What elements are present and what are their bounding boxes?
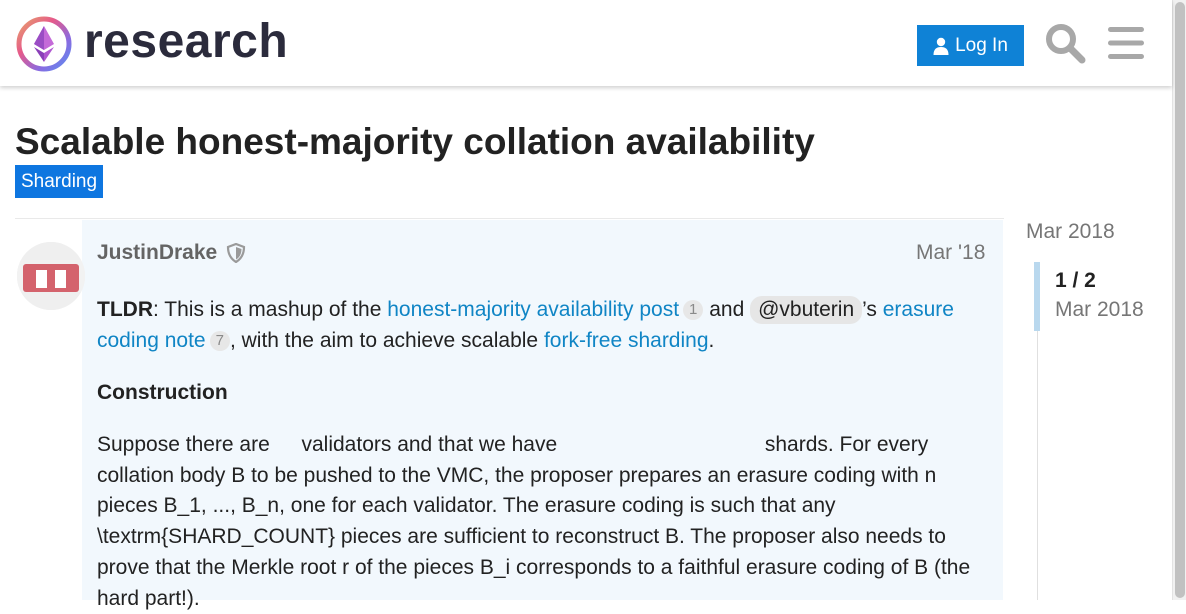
- ethereum-research-logo-icon[interactable]: [16, 16, 72, 72]
- avatar-image: [17, 242, 85, 310]
- page-scrollbar[interactable]: [1172, 0, 1186, 600]
- category-badge[interactable]: Sharding: [15, 165, 104, 198]
- login-button-label: Log In: [955, 34, 1008, 56]
- text-span: ’s: [862, 298, 883, 321]
- text-span: and: [703, 298, 751, 321]
- text-span: validators and that we have: [301, 433, 558, 456]
- search-icon[interactable]: [1044, 22, 1086, 64]
- post-author-username[interactable]: JustinDrake: [97, 240, 217, 266]
- site-logo-text[interactable]: research: [84, 14, 288, 70]
- link-honest-majority-post[interactable]: honest-majority availability post: [387, 298, 679, 321]
- tldr-label: TLDR: [97, 298, 153, 321]
- user-icon: [933, 37, 949, 55]
- login-button[interactable]: Log In: [917, 25, 1024, 66]
- moderator-shield-icon: [226, 243, 246, 263]
- title-divider: [15, 218, 1004, 219]
- post-paragraph-construction: Suppose there are validators and that we…: [97, 430, 997, 614]
- text-span: .: [708, 328, 715, 352]
- timeline-position-date: Mar 2018: [1055, 298, 1144, 321]
- text-span: , with the aim to achieve scalable: [229, 328, 544, 352]
- avatar[interactable]: [17, 242, 85, 310]
- link-click-count: 1: [683, 300, 704, 320]
- user-mention[interactable]: @vbuterin: [750, 296, 863, 324]
- topic-title[interactable]: Scalable honest-majority collation avail…: [15, 120, 815, 164]
- text-span: : This is a mashup of the: [153, 298, 388, 321]
- scrollbar-thumb[interactable]: [1175, 2, 1185, 598]
- post-content: TLDR: This is a mashup of the honest-maj…: [97, 295, 992, 356]
- link-fork-free-sharding[interactable]: fork-free sharding: [544, 329, 709, 352]
- link-click-count: 7: [209, 330, 230, 351]
- timeline-start-date[interactable]: Mar 2018: [1026, 220, 1115, 244]
- site-header: research Log In: [0, 0, 1172, 86]
- text-span: shards. For every collation body B to be…: [97, 433, 971, 610]
- post-paragraph-tldr: TLDR: This is a mashup of the honest-maj…: [97, 295, 992, 356]
- timeline-scroll-handle[interactable]: [1034, 262, 1040, 331]
- section-heading-construction: Construction: [97, 381, 228, 404]
- timeline-position: 1 / 2: [1055, 269, 1096, 292]
- post-date[interactable]: Mar '18: [916, 240, 985, 266]
- text-span: Suppose there are: [97, 433, 270, 456]
- hamburger-menu-icon[interactable]: [1108, 26, 1144, 60]
